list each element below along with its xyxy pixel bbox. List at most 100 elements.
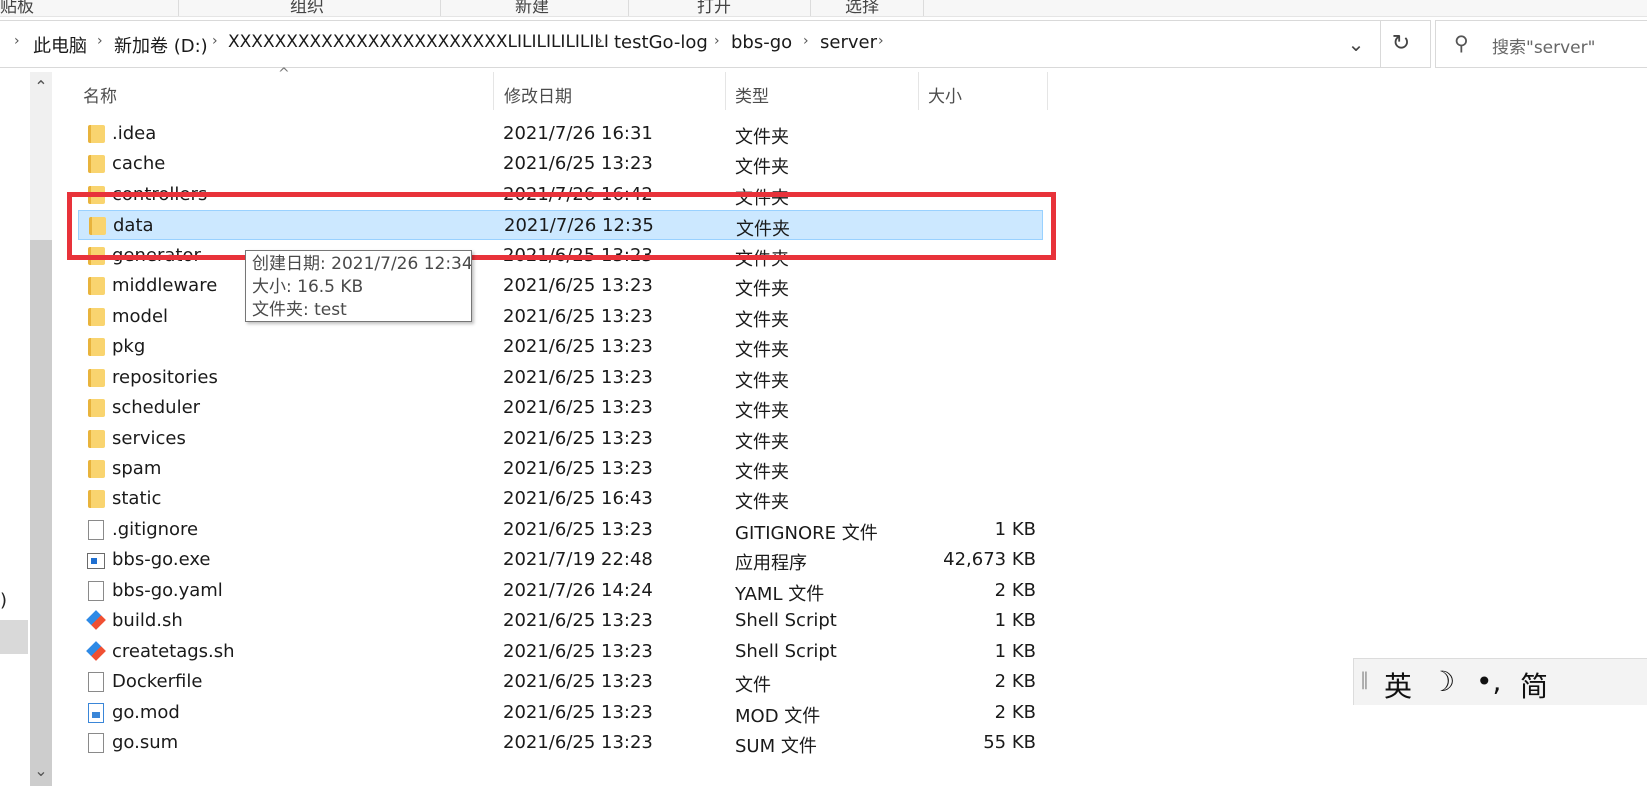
file-modified: 2021/6/25 13:23 <box>503 397 653 419</box>
file-size: 55 KB <box>983 732 1036 753</box>
file-row[interactable]: createtags.sh 2021/6/25 13:23 Shell Script… <box>78 637 1043 667</box>
folder-icon <box>88 399 105 418</box>
file-row[interactable]: generator 2021/6/25 13:23 文件夹 <box>78 241 1043 271</box>
chevron-right-icon[interactable]: › <box>597 33 603 49</box>
column-header-type[interactable]: 类型 <box>735 82 769 107</box>
folder-icon <box>88 155 105 174</box>
file-row[interactable]: build.sh 2021/6/25 13:23 Shell Script 1 KB <box>78 606 1043 636</box>
file-type: 文件夹 <box>735 279 789 301</box>
file-icon <box>88 580 104 601</box>
file-type: 文件夹 <box>735 127 789 148</box>
scroll-down-icon[interactable]: ⌄ <box>30 756 52 786</box>
ime-language-toggle[interactable]: 英 <box>1384 665 1412 705</box>
tooltip-size: 大小: 16.5 KB <box>252 277 364 297</box>
column-divider[interactable] <box>918 72 919 110</box>
file-name: .gitignore <box>112 518 199 540</box>
file-type: 文件夹 <box>735 461 789 483</box>
mod-file-icon <box>88 702 104 723</box>
column-divider[interactable] <box>1047 72 1048 110</box>
file-size: 1 KB <box>994 640 1036 662</box>
breadcrumb-this-pc[interactable]: 此电脑 <box>33 32 87 58</box>
column-divider[interactable] <box>725 72 726 110</box>
file-row[interactable]: repositories 2021/6/25 13:23 文件夹 <box>78 363 1043 393</box>
tooltip-created: 创建日期: 2021/7/26 12:34 <box>252 254 472 274</box>
file-row[interactable]: static 2021/6/25 16:43 文件夹 <box>78 484 1043 514</box>
nav-scrollbar[interactable]: ⌃ ⌄ <box>30 72 52 786</box>
chevron-right-icon[interactable]: › <box>803 33 809 49</box>
file-row[interactable]: cache 2021/6/25 13:23 文件夹 <box>78 149 1043 179</box>
ribbon-divider <box>810 0 811 16</box>
sort-ascending-icon: ^ <box>278 66 290 82</box>
file-row[interactable]: spam 2021/6/25 13:23 文件夹 <box>78 454 1043 484</box>
breadcrumb-server[interactable]: server <box>820 32 877 53</box>
file-row[interactable]: go.sum 2021/6/25 13:23 SUM 文件 55 KB <box>78 728 1043 758</box>
file-row[interactable]: model 2021/6/25 13:23 文件夹 <box>78 302 1043 332</box>
ribbon-group-open[interactable]: 打开 <box>697 0 731 16</box>
ime-grip-handle[interactable]: ‖ <box>1360 669 1369 690</box>
file-name: bbs-go.yaml <box>112 579 223 601</box>
moon-icon[interactable]: ☽ <box>1430 665 1455 698</box>
file-size: 1 KB <box>994 610 1036 632</box>
file-type: 文件夹 <box>736 219 790 241</box>
chevron-right-icon[interactable]: › <box>714 33 720 49</box>
file-modified: 2021/6/25 13:23 <box>503 610 653 632</box>
breadcrumb-bbs-go[interactable]: bbs-go <box>731 32 792 53</box>
ribbon-group-clipboard[interactable]: 贴板 <box>0 0 34 16</box>
folder-icon <box>88 429 105 448</box>
chevron-right-icon[interactable]: › <box>878 33 884 49</box>
column-divider[interactable] <box>493 72 494 110</box>
file-row[interactable]: .gitignore 2021/6/25 13:23 GITIGNORE 文件 1 K… <box>78 515 1043 545</box>
file-name: build.sh <box>112 610 183 632</box>
chevron-down-icon[interactable]: ⌄ <box>1340 27 1372 61</box>
file-modified: 2021/7/19 22:48 <box>503 549 653 571</box>
column-header-row: ^ 名称 修改日期 类型 大小 <box>75 66 1050 112</box>
file-row[interactable]: scheduler 2021/6/25 13:23 文件夹 <box>78 393 1043 423</box>
file-name: .idea <box>112 123 157 144</box>
refresh-icon[interactable]: ↻ <box>1385 27 1417 61</box>
file-row[interactable]: Dockerfile 2021/6/25 13:23 文件 2 KB <box>78 667 1043 697</box>
column-header-modified[interactable]: 修改日期 <box>504 82 572 107</box>
breadcrumb-folder[interactable]: XXXXXXXXXXXXXXXXXXXXXXXXLILILILILILILI <box>228 32 609 52</box>
ribbon-divider <box>440 0 441 16</box>
file-type: 文件夹 <box>735 157 789 179</box>
file-row[interactable]: controllers 2021/7/26 16:42 文件夹 <box>78 180 1043 210</box>
breadcrumb-testgo-log[interactable]: testGo-log <box>614 32 708 53</box>
file-size: 42,673 KB <box>943 549 1036 571</box>
file-name: middleware <box>112 275 218 297</box>
file-name: repositories <box>112 366 218 388</box>
exe-icon <box>87 553 105 570</box>
scroll-up-icon[interactable]: ⌃ <box>30 72 52 102</box>
file-row[interactable]: bbs-go.exe 2021/7/19 22:48 应用程序 42,673 KB <box>78 545 1043 575</box>
column-header-size[interactable]: 大小 <box>928 82 962 107</box>
file-row[interactable]: .idea 2021/7/26 16:31 文件夹 <box>78 119 1043 149</box>
file-row[interactable]: bbs-go.yaml 2021/7/26 14:24 YAML 文件 2 KB <box>78 576 1043 606</box>
file-name: generator <box>112 244 201 266</box>
chevron-right-icon[interactable]: › <box>14 33 20 49</box>
scrollbar-thumb[interactable] <box>30 240 52 786</box>
nav-pane-selected-item[interactable] <box>0 620 28 654</box>
ribbon-group-organize[interactable]: 组织 <box>290 0 324 16</box>
search-input[interactable]: ⚲ 搜索"server" <box>1435 20 1647 68</box>
file-row[interactable]: pkg 2021/6/25 13:23 文件夹 <box>78 332 1043 362</box>
folder-icon <box>88 185 105 204</box>
file-row[interactable]: services 2021/6/25 13:23 文件夹 <box>78 424 1043 454</box>
file-modified: 2021/7/26 14:24 <box>503 579 653 601</box>
ime-simplified-toggle[interactable]: 简 <box>1520 665 1548 705</box>
column-header-name[interactable]: 名称 <box>83 82 117 107</box>
breadcrumb-drive[interactable]: 新加卷 (D:) <box>114 32 208 58</box>
ribbon-group-new[interactable]: 新建 <box>515 0 549 16</box>
file-row[interactable]: middleware 2021/6/25 13:23 文件夹 <box>78 271 1043 301</box>
file-modified: 2021/6/25 13:23 <box>503 153 653 175</box>
file-row[interactable]: go.mod 2021/6/25 13:23 MOD 文件 2 KB <box>78 698 1043 728</box>
folder-icon <box>88 125 105 143</box>
file-row[interactable]: data 2021/7/26 12:35 文件夹 <box>78 210 1043 241</box>
ribbon-group-select[interactable]: 选择 <box>845 0 879 16</box>
file-name: model <box>112 305 169 327</box>
folder-icon <box>88 459 105 478</box>
chevron-right-icon[interactable]: › <box>212 33 218 49</box>
file-name: controllers <box>112 183 208 205</box>
file-type: 文件 <box>735 675 771 697</box>
ime-punctuation-toggle[interactable]: •, <box>1476 665 1501 698</box>
chevron-right-icon[interactable]: › <box>97 33 103 49</box>
address-bar[interactable]: › 此电脑 › 新加卷 (D:) › XXXXXXXXXXXXXXXXXXXXX… <box>0 20 1431 68</box>
